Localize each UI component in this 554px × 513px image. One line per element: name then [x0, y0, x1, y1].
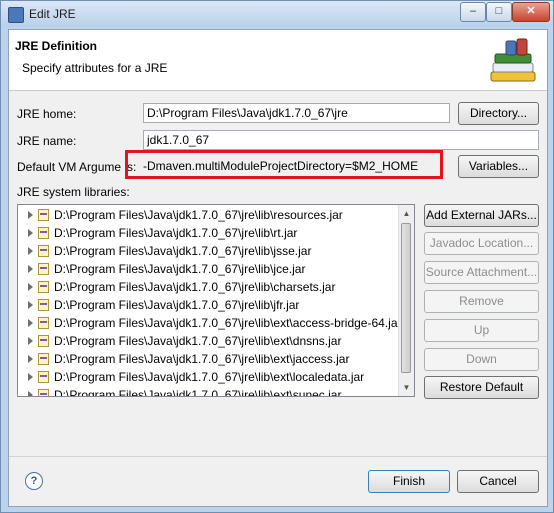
restore-default-button[interactable]: Restore Default: [424, 376, 539, 399]
up-button[interactable]: Up: [424, 319, 539, 342]
jar-icon: [38, 227, 49, 239]
expand-arrow-icon[interactable]: [28, 283, 33, 291]
javadoc-location-button[interactable]: Javadoc Location...: [424, 232, 539, 255]
list-item[interactable]: D:\Program Files\Java\jdk1.7.0_67\jre\li…: [18, 296, 402, 314]
help-icon[interactable]: ?: [25, 472, 43, 490]
expand-arrow-icon[interactable]: [28, 373, 33, 381]
jar-icon: [38, 317, 49, 329]
jre-home-input[interactable]: D:\Program Files\Java\jdk1.7.0_67\jre: [143, 103, 450, 123]
add-external-jars-button[interactable]: Add External JARs...: [424, 204, 539, 227]
list-item[interactable]: D:\Program Files\Java\jdk1.7.0_67\jre\li…: [18, 314, 402, 332]
expand-arrow-icon[interactable]: [28, 301, 33, 309]
jar-icon: [38, 335, 49, 347]
jre-dialog-icon: [8, 7, 24, 23]
jar-icon: [38, 263, 49, 275]
vertical-scrollbar[interactable]: ▲ ▼: [398, 205, 414, 396]
list-item[interactable]: D:\Program Files\Java\jdk1.7.0_67\jre\li…: [18, 260, 402, 278]
expand-arrow-icon[interactable]: [28, 391, 33, 396]
window-title: Edit JRE: [29, 7, 76, 21]
dialog-header: JRE Definition Specify attributes for a …: [9, 30, 547, 91]
header-title: JRE Definition: [15, 39, 98, 53]
finish-button[interactable]: Finish: [368, 470, 450, 493]
list-item[interactable]: D:\Program Files\Java\jdk1.7.0_67\jre\li…: [18, 242, 402, 260]
expand-arrow-icon[interactable]: [28, 211, 33, 219]
system-libraries-list[interactable]: D:\Program Files\Java\jdk1.7.0_67\jre\li…: [17, 204, 415, 397]
library-books-icon: [490, 38, 536, 82]
jar-icon: [38, 299, 49, 311]
list-item[interactable]: D:\Program Files\Java\jdk1.7.0_67\jre\li…: [18, 386, 402, 396]
title-bar[interactable]: Edit JRE – □ ✕: [1, 1, 553, 27]
expand-arrow-icon[interactable]: [28, 229, 33, 237]
vm-args-highlight-box: [125, 150, 443, 179]
minimize-button[interactable]: –: [460, 2, 486, 22]
footer-separator: [9, 456, 547, 457]
jre-name-input[interactable]: jdk1.7.0_67: [143, 130, 539, 150]
expand-arrow-icon[interactable]: [28, 319, 33, 327]
scroll-up-arrow-icon[interactable]: ▲: [399, 206, 414, 221]
jar-icon: [38, 209, 49, 221]
cancel-button[interactable]: Cancel: [457, 470, 539, 493]
expand-arrow-icon[interactable]: [28, 265, 33, 273]
jre-home-label: JRE home:: [17, 107, 77, 121]
remove-button[interactable]: Remove: [424, 290, 539, 313]
variables-button[interactable]: Variables...: [458, 155, 539, 178]
edit-jre-dialog: Edit JRE – □ ✕ JRE Definition Specify at…: [0, 0, 554, 513]
maximize-button[interactable]: □: [486, 2, 512, 22]
source-attachment-button[interactable]: Source Attachment...: [424, 261, 539, 284]
vm-args-label: Default VM Argume s:: [17, 160, 137, 174]
list-item[interactable]: D:\Program Files\Java\jdk1.7.0_67\jre\li…: [18, 332, 402, 350]
scrollbar-thumb[interactable]: [401, 223, 411, 373]
system-libraries-label: JRE system libraries:: [17, 185, 130, 199]
expand-arrow-icon[interactable]: [28, 247, 33, 255]
jar-icon: [38, 281, 49, 293]
dialog-client-area: JRE Definition Specify attributes for a …: [8, 29, 548, 507]
close-button[interactable]: ✕: [512, 2, 550, 22]
jar-icon: [38, 371, 49, 383]
scroll-down-arrow-icon[interactable]: ▼: [399, 380, 414, 395]
directory-button[interactable]: Directory...: [458, 102, 539, 125]
jar-icon: [38, 245, 49, 257]
list-item[interactable]: D:\Program Files\Java\jdk1.7.0_67\jre\li…: [18, 206, 402, 224]
list-item[interactable]: D:\Program Files\Java\jdk1.7.0_67\jre\li…: [18, 278, 402, 296]
jar-icon: [38, 353, 49, 365]
list-item[interactable]: D:\Program Files\Java\jdk1.7.0_67\jre\li…: [18, 350, 402, 368]
expand-arrow-icon[interactable]: [28, 337, 33, 345]
expand-arrow-icon[interactable]: [28, 355, 33, 363]
jre-name-label: JRE name:: [17, 134, 77, 148]
down-button[interactable]: Down: [424, 348, 539, 371]
list-item[interactable]: D:\Program Files\Java\jdk1.7.0_67\jre\li…: [18, 224, 402, 242]
header-subtitle: Specify attributes for a JRE: [22, 61, 168, 75]
list-item[interactable]: D:\Program Files\Java\jdk1.7.0_67\jre\li…: [18, 368, 402, 386]
jar-icon: [38, 389, 49, 396]
